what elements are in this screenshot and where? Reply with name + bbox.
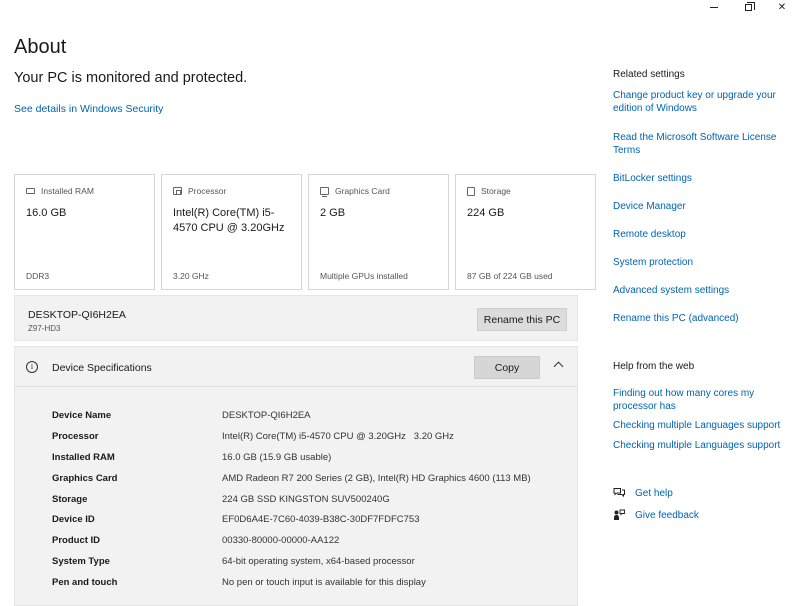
give-feedback-label: Give feedback xyxy=(635,509,699,521)
copy-button[interactable]: Copy xyxy=(474,356,540,379)
spec-value: DESKTOP-QI6H2EA xyxy=(222,409,311,421)
spec-row-installed-ram: Installed RAM 16.0 GB (15.9 GB usable) xyxy=(52,447,531,468)
restore-icon xyxy=(744,1,755,11)
windows-security-link[interactable]: See details in Windows Security xyxy=(14,103,163,115)
feedback-icon xyxy=(613,509,625,521)
close-button[interactable]: ✕ xyxy=(765,0,799,14)
link-languages-support[interactable]: Checking multiple Languages support xyxy=(613,419,788,432)
window-controls: ✕ xyxy=(697,0,799,14)
storage-icon xyxy=(467,186,475,196)
link-change-product-key[interactable]: Change product key or upgrade your editi… xyxy=(613,89,788,115)
pc-name: DESKTOP-QI6H2EA xyxy=(28,309,126,321)
help-heading: Help from the web xyxy=(613,361,695,372)
ram-icon xyxy=(26,188,35,194)
restore-button[interactable] xyxy=(731,0,765,14)
chat-help-icon xyxy=(613,487,625,499)
section-title: Device Specifications xyxy=(52,362,152,374)
spec-value: No pen or touch input is available for t… xyxy=(222,577,426,589)
device-specifications-panel: i Device Specifications Copy Device Name… xyxy=(14,346,578,606)
card-label: Installed RAM xyxy=(41,186,94,196)
spec-value: 64-bit operating system, x64-based proce… xyxy=(222,556,415,568)
spec-label: Device Name xyxy=(52,409,112,421)
pc-model: Z97-HD3 xyxy=(28,324,61,333)
card-value: 224 GB xyxy=(467,207,505,219)
spec-row-system-type: System Type 64-bit operating system, x64-… xyxy=(52,551,531,572)
card-value: Intel(R) Core(TM) i5-4570 CPU @ 3.20GHz xyxy=(173,207,285,234)
spec-value: 224 GB SSD KINGSTON SUV500240G xyxy=(222,493,390,505)
link-license-terms[interactable]: Read the Microsoft Software License Term… xyxy=(613,131,788,157)
spec-row-storage: Storage 224 GB SSD KINGSTON SUV500240G xyxy=(52,489,531,510)
spec-row-product-id: Product ID 00330-80000-00000-AA122 xyxy=(52,530,531,551)
card-value: 2 GB xyxy=(320,207,346,219)
link-advanced-system-settings[interactable]: Advanced system settings xyxy=(613,284,788,297)
card-footer: Multiple GPUs installed xyxy=(320,271,408,281)
device-specifications-header[interactable]: i Device Specifications Copy xyxy=(15,347,577,387)
card-storage: Storage 224 GB 87 GB of 224 GB used xyxy=(455,174,596,290)
spec-label: Processor xyxy=(52,430,99,442)
minimize-button[interactable] xyxy=(697,0,731,14)
card-footer: 87 GB of 224 GB used xyxy=(467,271,553,281)
related-settings-heading: Related settings xyxy=(613,69,685,80)
spec-label: Device ID xyxy=(52,514,95,526)
spec-label: System Type xyxy=(52,556,110,568)
get-help-label: Get help xyxy=(635,487,673,499)
card-footer: 3.20 GHz xyxy=(173,271,209,281)
get-help-link[interactable]: Get help xyxy=(613,487,673,499)
link-system-protection[interactable]: System protection xyxy=(613,256,788,269)
card-installed-ram: Installed RAM 16.0 GB DDR3 xyxy=(14,174,155,290)
card-label: Graphics Card xyxy=(335,186,390,196)
spec-row-device-name: Device Name DESKTOP-QI6H2EA xyxy=(52,405,531,426)
spec-value: AMD Radeon R7 200 Series (2 GB), Intel(R… xyxy=(222,472,531,484)
spec-rows: Device Name DESKTOP-QI6H2EA Processor Inte… xyxy=(52,405,531,593)
spec-value: Intel(R) Core(TM) i5-4570 CPU @ 3.20GHz … xyxy=(222,430,454,442)
minimize-icon xyxy=(710,6,718,8)
spec-value: 16.0 GB (15.9 GB usable) xyxy=(222,451,332,463)
link-languages-support[interactable]: Checking multiple Languages support xyxy=(613,439,788,452)
card-value: 16.0 GB xyxy=(26,207,67,219)
spec-label: Graphics Card xyxy=(52,472,118,484)
card-graphics: Graphics Card 2 GB Multiple GPUs install… xyxy=(308,174,449,290)
chevron-up-icon[interactable] xyxy=(553,361,564,372)
spec-row-pen-touch: Pen and touch No pen or touch input is av… xyxy=(52,572,531,593)
spec-label: Installed RAM xyxy=(52,451,115,463)
spec-row-device-id: Device ID EF0D6A4E-7C60-4039-B38C-30DF7FD… xyxy=(52,509,531,530)
card-label: Storage xyxy=(481,186,511,196)
close-icon: ✕ xyxy=(777,1,787,13)
graphics-card-icon xyxy=(320,187,329,197)
spec-label: Product ID xyxy=(52,535,101,547)
pc-name-bar: DESKTOP-QI6H2EA Z97-HD3 Rename this PC xyxy=(14,295,578,341)
link-bitlocker[interactable]: BitLocker settings xyxy=(613,172,788,185)
link-cores-help[interactable]: Finding out how many cores my processor … xyxy=(613,387,788,413)
card-processor: Processor Intel(R) Core(TM) i5-4570 CPU … xyxy=(161,174,302,290)
spec-value: EF0D6A4E-7C60-4039-B38C-30DF7FDFC753 xyxy=(222,514,420,526)
protection-status: Your PC is monitored and protected. xyxy=(14,70,248,86)
spec-row-processor: Processor Intel(R) Core(TM) i5-4570 CPU @… xyxy=(52,426,531,447)
link-remote-desktop[interactable]: Remote desktop xyxy=(613,228,788,241)
spec-cards: Installed RAM 16.0 GB DDR3 Processor Int… xyxy=(14,174,596,290)
card-footer: DDR3 xyxy=(26,271,50,281)
link-device-manager[interactable]: Device Manager xyxy=(613,200,788,213)
rename-pc-button[interactable]: Rename this PC xyxy=(477,308,567,331)
spec-label: Storage xyxy=(52,493,88,505)
give-feedback-link[interactable]: Give feedback xyxy=(613,509,699,521)
page-title: About xyxy=(14,36,67,58)
spec-row-graphics-card: Graphics Card AMD Radeon R7 200 Series (2… xyxy=(52,468,531,489)
spec-value: 00330-80000-00000-AA122 xyxy=(222,535,340,547)
info-icon: i xyxy=(26,361,38,373)
card-label: Processor xyxy=(188,186,227,196)
spec-label: Pen and touch xyxy=(52,577,118,589)
link-rename-pc-advanced[interactable]: Rename this PC (advanced) xyxy=(613,312,788,325)
processor-icon xyxy=(173,187,182,195)
